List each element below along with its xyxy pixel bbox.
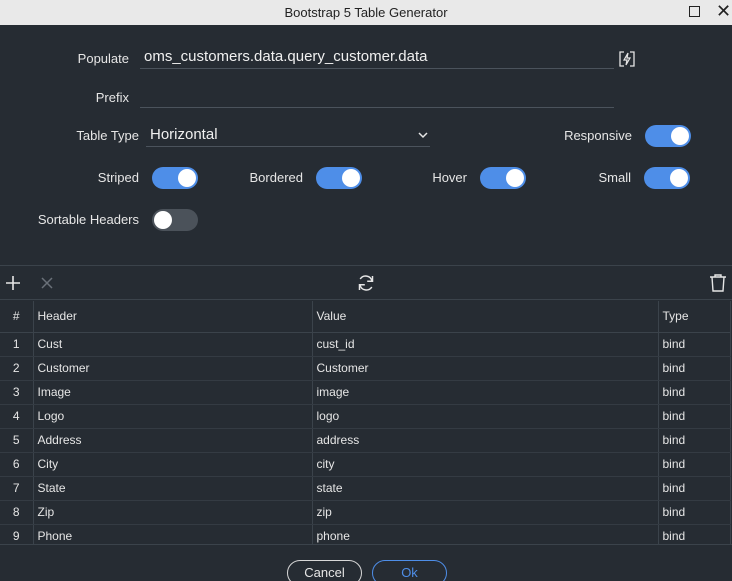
table-type-value: Horizontal bbox=[150, 126, 218, 143]
row-header[interactable]: Zip bbox=[33, 500, 313, 525]
sortable-headers-label: Sortable Headers bbox=[37, 212, 139, 227]
toggle-knob bbox=[342, 169, 360, 187]
table-row[interactable]: 5 Address address bind bbox=[0, 428, 731, 453]
row-number: 3 bbox=[0, 380, 34, 405]
row-header[interactable]: City bbox=[33, 452, 313, 477]
maximize-button[interactable] bbox=[689, 6, 700, 17]
row-value[interactable]: city bbox=[312, 452, 659, 477]
row-type[interactable]: bind bbox=[658, 476, 731, 501]
row-number: 9 bbox=[0, 524, 34, 544]
row-value[interactable]: state bbox=[312, 476, 659, 501]
row-type[interactable]: bind bbox=[658, 404, 731, 429]
row-type[interactable]: bind bbox=[658, 524, 731, 544]
settings-form: Populate oms_customers.data.query_custom… bbox=[0, 25, 732, 265]
dynamic-data-icon[interactable] bbox=[617, 49, 637, 69]
refresh-icon[interactable] bbox=[356, 273, 376, 293]
toggle-knob bbox=[154, 211, 172, 229]
row-type[interactable]: bind bbox=[658, 428, 731, 453]
table-row[interactable]: 2 Customer Customer bind bbox=[0, 356, 731, 381]
row-header[interactable]: Customer bbox=[33, 356, 313, 381]
column-header-value[interactable]: Value bbox=[312, 301, 659, 333]
populate-input[interactable]: oms_customers.data.query_customer.data bbox=[140, 47, 614, 69]
table-row[interactable]: 3 Image image bind bbox=[0, 380, 731, 405]
row-header[interactable]: Logo bbox=[33, 404, 313, 429]
row-value[interactable]: zip bbox=[312, 500, 659, 525]
responsive-label: Responsive bbox=[564, 128, 632, 143]
small-label: Small bbox=[598, 170, 631, 185]
row-value[interactable]: image bbox=[312, 380, 659, 405]
column-header-header[interactable]: Header bbox=[33, 301, 313, 333]
small-toggle[interactable] bbox=[644, 167, 690, 189]
columns-grid: # Header Value Type 1 Cust cust_id bind … bbox=[0, 301, 732, 544]
title-bar: Bootstrap 5 Table Generator ✕ bbox=[0, 0, 732, 25]
prefix-label: Prefix bbox=[95, 90, 129, 105]
table-row[interactable]: 4 Logo logo bind bbox=[0, 404, 731, 429]
row-number: 6 bbox=[0, 452, 34, 477]
row-number: 1 bbox=[0, 332, 34, 357]
close-window-button[interactable]: ✕ bbox=[716, 1, 732, 21]
row-type[interactable]: bind bbox=[658, 356, 731, 381]
hover-label: Hover bbox=[432, 170, 467, 185]
row-header[interactable]: State bbox=[33, 476, 313, 501]
striped-toggle[interactable] bbox=[152, 167, 198, 189]
row-type[interactable]: bind bbox=[658, 500, 731, 525]
row-header[interactable]: Phone bbox=[33, 524, 313, 544]
table-header-row: # Header Value Type bbox=[0, 301, 731, 333]
bordered-label: Bordered bbox=[249, 170, 303, 185]
window-title: Bootstrap 5 Table Generator bbox=[284, 5, 448, 20]
toggle-knob bbox=[178, 169, 196, 187]
row-header[interactable]: Address bbox=[33, 428, 313, 453]
row-number: 5 bbox=[0, 428, 34, 453]
trash-icon[interactable] bbox=[709, 273, 727, 293]
toggle-knob bbox=[671, 127, 689, 145]
toggle-knob bbox=[670, 169, 688, 187]
cancel-button[interactable]: Cancel bbox=[287, 560, 362, 581]
row-header[interactable]: Image bbox=[33, 380, 313, 405]
table-row[interactable]: 8 Zip zip bind bbox=[0, 500, 731, 525]
toggle-knob bbox=[506, 169, 524, 187]
row-number: 2 bbox=[0, 356, 34, 381]
row-number: 7 bbox=[0, 476, 34, 501]
table-type-select[interactable]: Horizontal bbox=[146, 125, 430, 147]
close-icon[interactable] bbox=[40, 276, 54, 290]
row-value[interactable]: logo bbox=[312, 404, 659, 429]
row-value[interactable]: address bbox=[312, 428, 659, 453]
columns-table: # Header Value Type 1 Cust cust_id bind … bbox=[0, 301, 731, 544]
column-header-num[interactable]: # bbox=[0, 301, 34, 333]
row-number: 8 bbox=[0, 500, 34, 525]
populate-label: Populate bbox=[77, 51, 129, 66]
prefix-input[interactable] bbox=[140, 86, 614, 108]
row-type[interactable]: bind bbox=[658, 332, 731, 357]
table-row[interactable]: 6 City city bind bbox=[0, 452, 731, 477]
grid-toolbar bbox=[0, 265, 732, 300]
striped-label: Striped bbox=[97, 170, 139, 185]
table-row[interactable]: 9 Phone phone bind bbox=[0, 524, 731, 544]
chevron-down-icon bbox=[418, 132, 428, 139]
hover-toggle[interactable] bbox=[480, 167, 526, 189]
row-value[interactable]: Customer bbox=[312, 356, 659, 381]
table-row[interactable]: 7 State state bind bbox=[0, 476, 731, 501]
column-header-type[interactable]: Type bbox=[658, 301, 731, 333]
row-value[interactable]: cust_id bbox=[312, 332, 659, 357]
row-value[interactable]: phone bbox=[312, 524, 659, 544]
plus-icon[interactable] bbox=[5, 275, 21, 291]
dialog-footer: Cancel Ok bbox=[0, 544, 732, 581]
table-row[interactable]: 1 Cust cust_id bind bbox=[0, 332, 731, 357]
sortable-headers-toggle[interactable] bbox=[152, 209, 198, 231]
row-type[interactable]: bind bbox=[658, 380, 731, 405]
table-type-label: Table Type bbox=[76, 128, 139, 143]
row-type[interactable]: bind bbox=[658, 452, 731, 477]
responsive-toggle[interactable] bbox=[645, 125, 691, 147]
row-header[interactable]: Cust bbox=[33, 332, 313, 357]
ok-button[interactable]: Ok bbox=[372, 560, 447, 581]
bordered-toggle[interactable] bbox=[316, 167, 362, 189]
row-number: 4 bbox=[0, 404, 34, 429]
